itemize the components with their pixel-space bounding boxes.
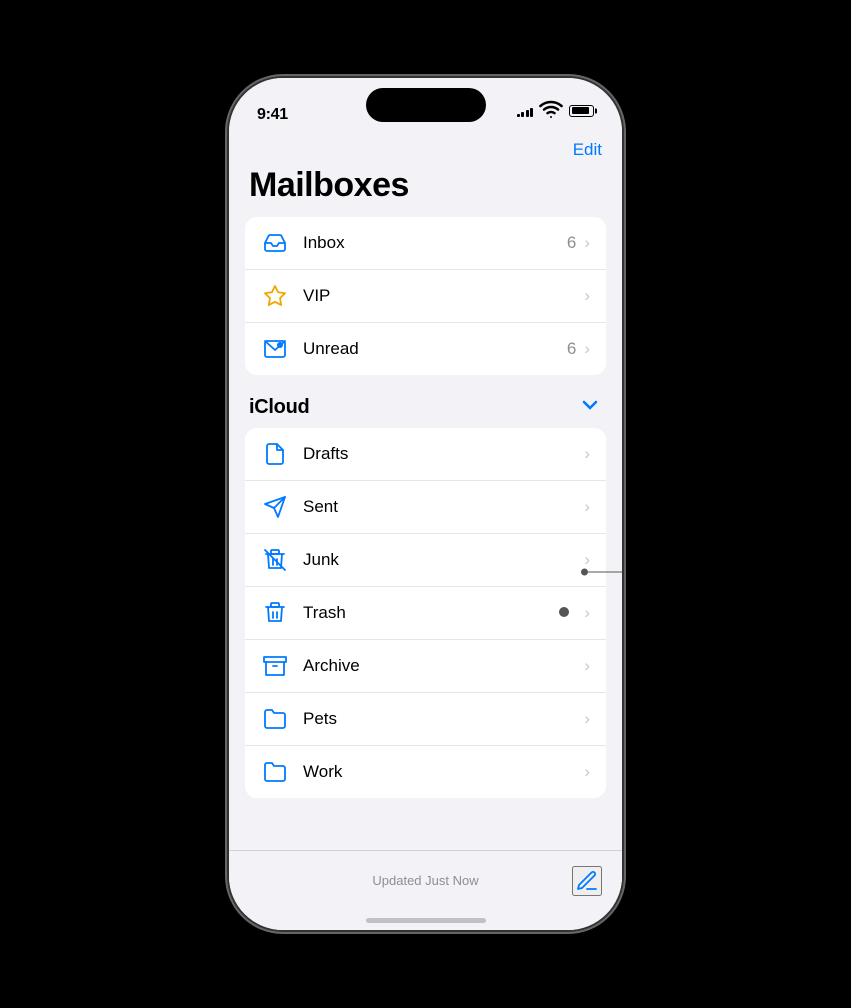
sent-label: Sent — [303, 497, 584, 517]
icloud-section-card: Drafts › Sent › — [245, 428, 606, 798]
vip-item[interactable]: VIP › — [245, 270, 606, 323]
dynamic-island — [366, 88, 486, 122]
sent-item[interactable]: Sent › — [245, 481, 606, 534]
unread-chevron: › — [584, 339, 590, 359]
edit-button[interactable]: Edit — [573, 136, 602, 164]
wifi-icon — [539, 97, 563, 124]
archive-chevron: › — [584, 656, 590, 676]
junk-label: Junk — [303, 550, 584, 570]
status-icons — [517, 97, 595, 124]
sent-chevron: › — [584, 497, 590, 517]
vip-chevron: › — [584, 286, 590, 306]
bottom-bar: Updated Just Now — [229, 850, 622, 910]
phone-frame: 9:41 Edit — [229, 78, 622, 930]
unread-item[interactable]: Unread 6 › — [245, 323, 606, 375]
scroll-area[interactable]: Inbox 6 › VIP › — [229, 217, 622, 850]
drafts-item[interactable]: Drafts › — [245, 428, 606, 481]
top-bar: Edit — [229, 132, 622, 164]
vip-label: VIP — [303, 286, 576, 306]
work-item[interactable]: Work › — [245, 746, 606, 798]
page-title: Mailboxes — [229, 164, 622, 217]
trash-item[interactable]: Trash › — [245, 587, 606, 640]
battery-icon — [569, 105, 594, 117]
updated-status: Updated Just Now — [372, 873, 478, 888]
trash-chevron: › — [584, 603, 590, 623]
status-bar: 9:41 — [229, 78, 622, 132]
trash-icon — [261, 599, 289, 627]
trash-annotation-dot — [552, 600, 576, 627]
archive-label: Archive — [303, 656, 584, 676]
drafts-chevron: › — [584, 444, 590, 464]
top-section-card: Inbox 6 › VIP › — [245, 217, 606, 375]
junk-icon — [261, 546, 289, 574]
icloud-title: iCloud — [249, 396, 309, 419]
pets-item[interactable]: Pets › — [245, 693, 606, 746]
junk-chevron: › — [584, 550, 590, 570]
compose-button[interactable] — [572, 866, 602, 896]
status-time: 9:41 — [257, 106, 288, 124]
drafts-label: Drafts — [303, 444, 584, 464]
sent-icon — [261, 493, 289, 521]
home-indicator — [229, 910, 622, 930]
vip-icon — [261, 282, 289, 310]
drafts-icon — [261, 440, 289, 468]
archive-icon — [261, 652, 289, 680]
icloud-chevron-down — [578, 393, 602, 422]
inbox-label: Inbox — [303, 233, 567, 253]
pets-label: Pets — [303, 709, 584, 729]
inbox-item[interactable]: Inbox 6 › — [245, 217, 606, 270]
icloud-section-header[interactable]: iCloud — [229, 383, 622, 428]
inbox-icon — [261, 229, 289, 257]
junk-item[interactable]: Junk › — [245, 534, 606, 587]
trash-label: Trash — [303, 603, 552, 623]
pets-folder-icon — [261, 705, 289, 733]
work-folder-icon — [261, 758, 289, 786]
unread-count: 6 — [567, 339, 576, 359]
signal-icon — [517, 105, 534, 117]
work-label: Work — [303, 762, 584, 782]
inbox-chevron: › — [584, 233, 590, 253]
main-content: Edit Mailboxes Inbox 6 › — [229, 132, 622, 930]
unread-icon — [261, 335, 289, 363]
pets-chevron: › — [584, 709, 590, 729]
archive-item[interactable]: Archive › — [245, 640, 606, 693]
inbox-count: 6 — [567, 233, 576, 253]
unread-label: Unread — [303, 339, 567, 359]
work-chevron: › — [584, 762, 590, 782]
